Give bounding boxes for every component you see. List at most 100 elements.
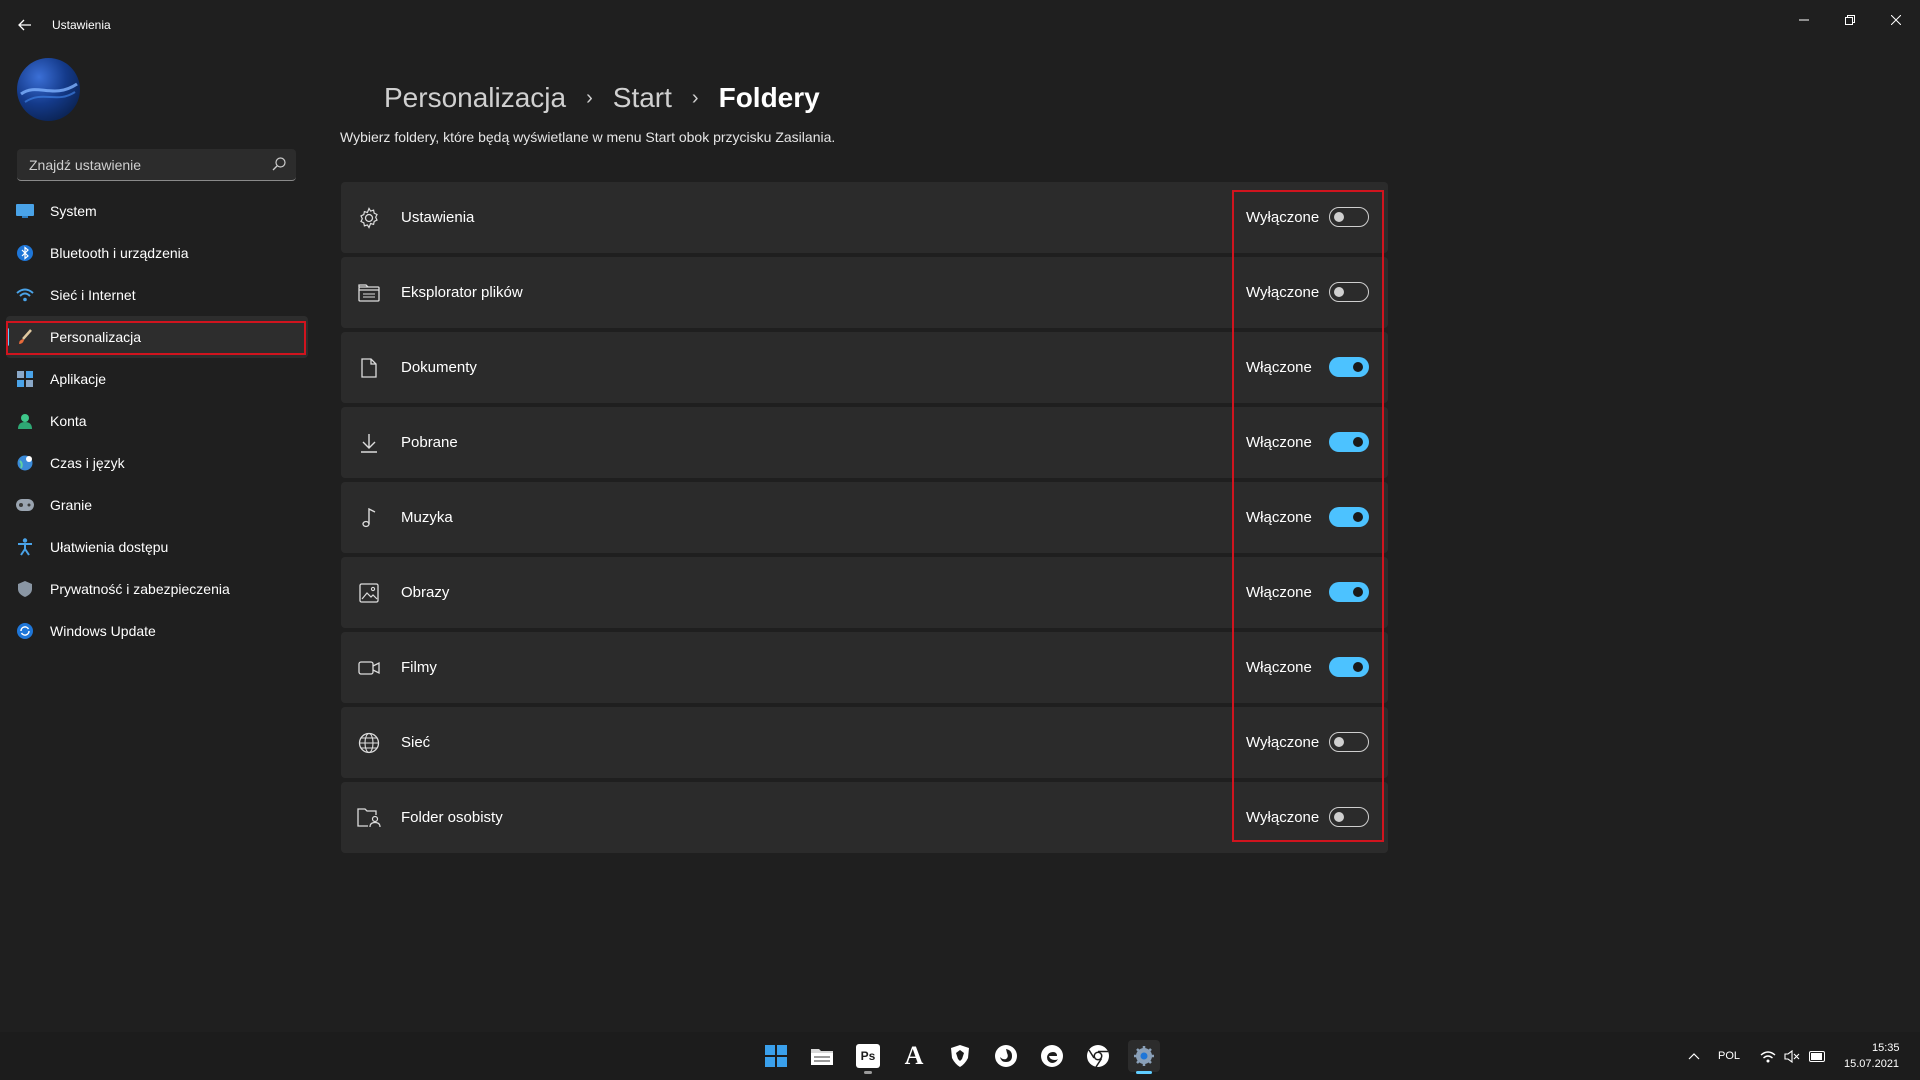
- folder-label: Muzyka: [401, 509, 453, 526]
- sidebar-item-label: Ułatwienia dostępu: [50, 539, 169, 555]
- font-a-icon: A: [904, 1041, 924, 1070]
- apps-icon: [16, 370, 34, 388]
- taskbar-chrome[interactable]: [1082, 1040, 1114, 1072]
- sidebar-item-windows-update[interactable]: Windows Update: [6, 610, 308, 652]
- folder-row-file-explorer: Eksplorator plików Wyłączone: [341, 257, 1388, 328]
- folder-row-videos: Filmy Włączone: [341, 632, 1388, 703]
- sidebar-item-label: Granie: [50, 497, 93, 513]
- sidebar-item-time-language[interactable]: Czas i język: [6, 442, 308, 484]
- personal-folder-icon: [357, 806, 381, 830]
- gear-icon: [357, 206, 381, 230]
- battery-icon[interactable]: [1809, 1048, 1825, 1064]
- brave-icon: [951, 1045, 969, 1067]
- back-button[interactable]: [14, 14, 36, 36]
- accessibility-icon: [16, 538, 34, 556]
- sidebar-item-apps[interactable]: Aplikacje: [6, 358, 308, 400]
- page-description: Wybierz foldery, które będą wyświetlane …: [340, 129, 836, 145]
- taskbar-brave[interactable]: [944, 1040, 976, 1072]
- taskbar-firefox[interactable]: [990, 1040, 1022, 1072]
- sidebar-item-label: Konta: [50, 413, 87, 429]
- gamepad-icon: [16, 496, 34, 514]
- taskbar-photoshop[interactable]: Ps: [852, 1040, 884, 1074]
- globe-clock-icon: [16, 454, 34, 472]
- folder-row-music: Muzyka Włączone: [341, 482, 1388, 553]
- sidebar-item-label: Bluetooth i urządzenia: [50, 245, 189, 261]
- wifi-icon: [16, 286, 34, 304]
- document-icon: [357, 356, 381, 380]
- sidebar-item-bluetooth[interactable]: Bluetooth i urządzenia: [6, 232, 308, 274]
- update-icon: [16, 622, 34, 640]
- folder-row-downloads: Pobrane Włączone: [341, 407, 1388, 478]
- folder-label: Folder osobisty: [401, 809, 503, 826]
- windows-start-icon: [765, 1045, 787, 1067]
- taskbar: Ps A POL 15:35 15.07.2021: [0, 1032, 1920, 1080]
- sidebar-item-gaming[interactable]: Granie: [6, 484, 308, 526]
- sidebar-item-label: Sieć i Internet: [50, 287, 136, 303]
- taskbar-edge[interactable]: [1036, 1040, 1068, 1072]
- firefox-icon: [995, 1045, 1017, 1067]
- person-icon: [16, 412, 34, 430]
- arrow-left-icon: [18, 19, 31, 31]
- taskbar-font-app[interactable]: A: [898, 1040, 930, 1072]
- monitor-icon: [16, 202, 34, 220]
- folder-row-documents: Dokumenty Włączone: [341, 332, 1388, 403]
- image-icon: [357, 581, 381, 605]
- sidebar-item-system[interactable]: System: [6, 190, 308, 232]
- search-box[interactable]: [17, 149, 296, 181]
- search-input[interactable]: [27, 149, 261, 181]
- folder-label: Eksplorator plików: [401, 284, 523, 301]
- folder-label: Filmy: [401, 659, 437, 676]
- avatar-wallpaper-icon: [20, 82, 78, 103]
- chevron-right-icon: ›: [586, 86, 593, 109]
- breadcrumb-personalization[interactable]: Personalizacja: [384, 82, 566, 114]
- tray-overflow-chevron-up-icon[interactable]: [1686, 1048, 1702, 1064]
- sidebar-item-label: Aplikacje: [50, 371, 107, 387]
- folders-list: Ustawienia Wyłączone Eksplorator plików …: [341, 182, 1388, 857]
- folder-label: Pobrane: [401, 434, 458, 451]
- avatar[interactable]: [17, 58, 80, 121]
- shield-icon: [16, 580, 34, 598]
- close-icon: [1891, 15, 1901, 25]
- sidebar-nav: System Bluetooth i urządzenia Sieć i Int…: [6, 190, 308, 652]
- download-icon: [357, 431, 381, 455]
- app-title: Ustawienia: [52, 18, 111, 32]
- wifi-icon[interactable]: [1760, 1048, 1776, 1064]
- toggles-highlight-box: [1232, 190, 1384, 842]
- folder-label: Sieć: [401, 734, 431, 751]
- file-explorer-icon: [357, 281, 381, 305]
- tray-date[interactable]: 15.07.2021: [1844, 1058, 1899, 1070]
- folder-label: Ustawienia: [401, 209, 475, 226]
- taskbar-start-button[interactable]: [760, 1040, 792, 1072]
- sidebar-item-privacy[interactable]: Prywatność i zabezpieczenia: [6, 568, 308, 610]
- bluetooth-icon: [16, 244, 34, 262]
- tray-language[interactable]: POL: [1718, 1050, 1740, 1062]
- restore-button[interactable]: [1830, 8, 1870, 32]
- breadcrumb-start[interactable]: Start: [613, 82, 672, 114]
- close-button[interactable]: [1876, 8, 1916, 32]
- sidebar-item-accounts[interactable]: Konta: [6, 400, 308, 442]
- sidebar-item-accessibility[interactable]: Ułatwienia dostępu: [6, 526, 308, 568]
- minimize-icon: [1799, 19, 1809, 21]
- chevron-right-icon: ›: [691, 86, 699, 109]
- sidebar-item-network[interactable]: Sieć i Internet: [6, 274, 308, 316]
- tray-time[interactable]: 15:35: [1872, 1042, 1900, 1054]
- taskbar-file-explorer[interactable]: [806, 1040, 838, 1072]
- title-bar: Ustawienia: [0, 0, 1920, 50]
- page-title: Foldery: [718, 82, 820, 113]
- chrome-icon: [1087, 1045, 1109, 1068]
- edge-icon: [1041, 1045, 1063, 1067]
- taskbar-settings[interactable]: [1128, 1040, 1160, 1074]
- personalization-highlight-box: [6, 321, 306, 355]
- minimize-button[interactable]: [1784, 8, 1824, 32]
- settings-icon: [1134, 1046, 1154, 1066]
- folder-label: Dokumenty: [401, 359, 477, 376]
- photoshop-icon: Ps: [856, 1044, 880, 1068]
- file-explorer-icon: [811, 1049, 833, 1065]
- music-note-icon: [357, 506, 381, 530]
- folder-row-personal-folder: Folder osobisty Wyłączone: [341, 782, 1388, 853]
- breadcrumb: Personalizacja › Start › Foldery: [384, 82, 820, 114]
- restore-icon: [1845, 15, 1855, 25]
- search-icon[interactable]: [272, 157, 288, 173]
- volume-muted-icon[interactable]: [1784, 1048, 1800, 1064]
- folder-row-pictures: Obrazy Włączone: [341, 557, 1388, 628]
